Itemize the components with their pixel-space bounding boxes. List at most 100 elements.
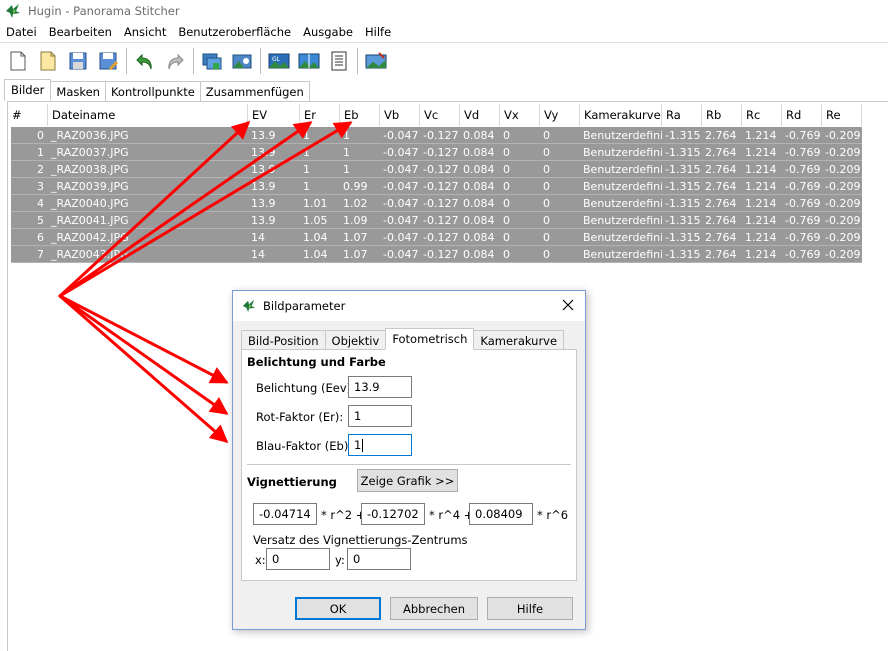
cell-ev: 13.9 — [251, 146, 276, 159]
column-header-rd[interactable]: Rd — [782, 104, 822, 126]
add-images-button[interactable] — [197, 46, 227, 76]
stitch-button[interactable] — [361, 46, 391, 76]
column-header-ev[interactable]: EV — [248, 104, 300, 126]
center-x-field[interactable]: 0 — [266, 548, 330, 570]
hugin-window: Hugin - Panorama Stitcher Datei Bearbeit… — [0, 0, 888, 651]
menu-ausgabe[interactable]: Ausgabe — [297, 25, 359, 39]
menu-hilfe[interactable]: Hilfe — [359, 25, 397, 39]
center-y-field[interactable]: 0 — [347, 548, 411, 570]
open-button[interactable] — [33, 46, 63, 76]
cell-rb: 2.764 — [705, 180, 737, 193]
blue-factor-field[interactable]: 1 — [348, 434, 412, 456]
cell-camera-curve: Benutzerdefini — [583, 146, 662, 159]
column-header-vc[interactable]: Vc — [420, 104, 460, 126]
save-icon — [67, 50, 89, 72]
tab-kamerakurve[interactable]: Kamerakurve — [473, 330, 565, 350]
cell-eb: 1 — [343, 129, 350, 142]
table-row[interactable]: 2 _RAZ0038.JPG 13.9 1 1 -0.047 -0.127 0.084 0 0 Be… — [11, 161, 862, 178]
cell-vc: -0.127 — [423, 231, 459, 244]
tab-bild-position[interactable]: Bild-Position — [241, 330, 326, 350]
ok-button[interactable]: OK — [295, 597, 381, 620]
cell-vd: 0.084 — [463, 197, 495, 210]
cell-vy: 0 — [543, 197, 550, 210]
column-header-eb[interactable]: Eb — [340, 104, 380, 126]
table-row[interactable]: 7 _RAZ0043.JPG 14 1.04 1.07 -0.047 -0.127 0.084… — [11, 246, 862, 263]
column-header-filename[interactable]: Dateiname — [48, 104, 248, 126]
cell-rb: 2.764 — [705, 231, 737, 244]
cell-ra: -1.315 — [665, 248, 701, 261]
column-header-rb[interactable]: Rb — [702, 104, 742, 126]
tab-masken[interactable]: Masken — [50, 81, 106, 101]
undo-button[interactable] — [130, 46, 160, 76]
section-divider — [247, 464, 571, 465]
column-header-vy[interactable]: Vy — [540, 104, 580, 126]
column-header-vb[interactable]: Vb — [380, 104, 420, 126]
column-header-camera-curve[interactable]: Kamerakurve — [580, 104, 662, 126]
cell-vd: 0.084 — [463, 231, 495, 244]
cell-rd: -0.769 — [785, 231, 821, 244]
cell-ev: 13.9 — [251, 197, 276, 210]
cell-vb: -0.047 — [383, 214, 419, 227]
column-header-index[interactable]: # — [8, 104, 48, 126]
add-timeseries-button[interactable] — [227, 46, 257, 76]
table-row[interactable]: 5 _RAZ0041.JPG 13.9 1.05 1.09 -0.047 -0.127 0.0… — [11, 212, 862, 229]
tab-fotometrisch[interactable]: Fotometrisch — [385, 328, 475, 350]
menu-datei[interactable]: Datei — [0, 25, 43, 39]
fast-preview-button[interactable] — [294, 46, 324, 76]
hugin-logo-icon — [241, 299, 257, 313]
vignetting-c-field[interactable]: -0.12702 — [361, 503, 425, 525]
table-row[interactable]: 0 _RAZ0036.JPG 13.9 1 1 -0.047 -0.127 0.084 0 0 Be… — [11, 127, 862, 144]
cell-vd: 0.084 — [463, 146, 495, 159]
opengl-preview-button[interactable]: GL — [264, 46, 294, 76]
red-factor-field[interactable]: 1 — [348, 405, 412, 427]
tab-kontrollpunkte[interactable]: Kontrollpunkte — [104, 81, 201, 101]
cell-er: 1.04 — [303, 248, 328, 261]
cell-vc: -0.127 — [423, 129, 459, 142]
cell-rb: 2.764 — [705, 129, 737, 142]
vignetting-d-field[interactable]: 0.08409 — [469, 503, 533, 525]
table-row[interactable]: 1 _RAZ0037.JPG 13.9 1 1 -0.047 -0.127 0.084 0 0 Be… — [11, 144, 862, 161]
menu-bar: Datei Bearbeiten Ansicht Benutzeroberflä… — [0, 22, 888, 42]
save-as-button[interactable] — [93, 46, 123, 76]
open-folder-icon — [37, 50, 59, 72]
new-file-icon — [7, 50, 29, 72]
table-row[interactable]: 3 _RAZ0039.JPG 13.9 1 0.99 -0.047 -0.127 0.084 0… — [11, 178, 862, 195]
cell-vy: 0 — [543, 248, 550, 261]
column-header-vx[interactable]: Vx — [500, 104, 540, 126]
column-header-ra[interactable]: Ra — [662, 104, 702, 126]
tab-bilder[interactable]: Bilder — [4, 79, 52, 101]
help-button[interactable]: Hilfe — [487, 597, 573, 620]
cell-camera-curve: Benutzerdefini — [583, 129, 662, 142]
new-file-button[interactable] — [3, 46, 33, 76]
save-button[interactable] — [63, 46, 93, 76]
cell-camera-curve: Benutzerdefini — [583, 197, 662, 210]
cell-re: -0.209 — [825, 129, 861, 142]
show-graph-button[interactable]: Zeige Grafik >> — [357, 469, 458, 492]
exposure-value: 13.9 — [354, 380, 380, 394]
table-row[interactable]: 6 _RAZ0042.JPG 14 1.04 1.07 -0.047 -0.127 0.084… — [11, 229, 862, 246]
table-row[interactable]: 4 _RAZ0040.JPG 13.9 1.01 1.02 -0.047 -0.127 0.0… — [11, 195, 862, 212]
y-label: y: — [335, 553, 345, 567]
cell-vb: -0.047 — [383, 231, 419, 244]
vignetting-b-field[interactable]: -0.04714 — [253, 503, 317, 525]
menu-benutzeroberflaeche[interactable]: Benutzeroberfläche — [172, 25, 297, 39]
cell-vx: 0 — [503, 129, 510, 142]
cell-re: -0.209 — [825, 248, 861, 261]
column-header-rc[interactable]: Rc — [742, 104, 782, 126]
column-header-er[interactable]: Er — [300, 104, 340, 126]
tab-zusammenfuegen[interactable]: Zusammenfügen — [199, 81, 310, 101]
image-list-button[interactable] — [324, 46, 354, 76]
tab-objektiv[interactable]: Objektiv — [324, 330, 387, 350]
cancel-button[interactable]: Abbrechen — [390, 597, 478, 620]
cell-index: 4 — [37, 197, 44, 210]
menu-ansicht[interactable]: Ansicht — [118, 25, 172, 39]
exposure-field[interactable]: 13.9 — [348, 376, 412, 398]
column-header-vd[interactable]: Vd — [460, 104, 500, 126]
column-header-re[interactable]: Re — [822, 104, 862, 126]
redo-button[interactable] — [160, 46, 190, 76]
window-title: Hugin - Panorama Stitcher — [28, 4, 180, 18]
menu-bearbeiten[interactable]: Bearbeiten — [43, 25, 118, 39]
cell-filename: _RAZ0038.JPG — [51, 163, 129, 176]
cell-filename: _RAZ0043.JPG — [51, 248, 129, 261]
close-button[interactable] — [561, 298, 575, 312]
